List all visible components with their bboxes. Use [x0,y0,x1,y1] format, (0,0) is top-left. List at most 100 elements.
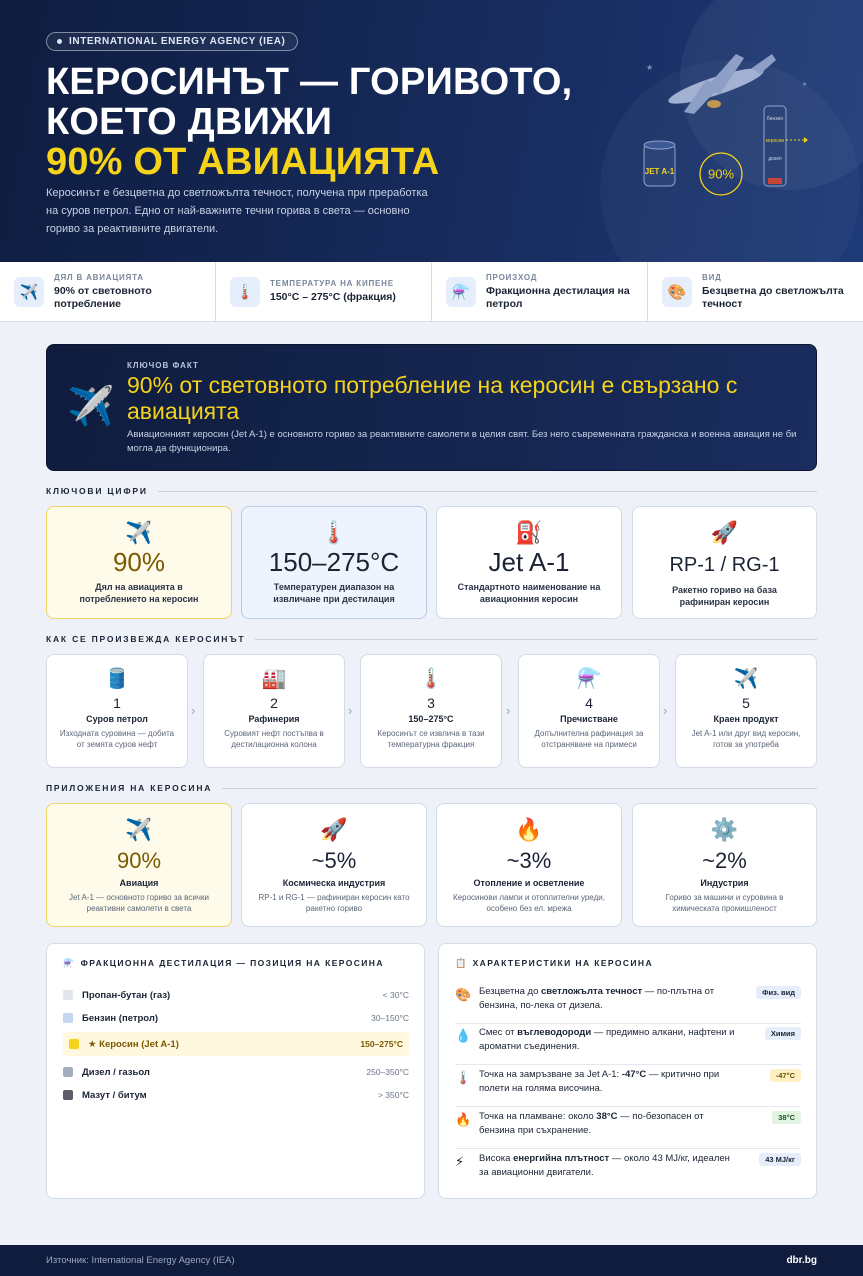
rocket-icon: 🚀 [320,817,348,842]
app-text: Гориво за машини и суровина в химическат… [665,893,784,913]
stat-appearance: 🎨 ВИД Безцветна до светложълта течност [648,262,863,321]
step-text: Допълнителна рафинация за отстраняване н… [534,729,644,749]
step-title: Краен продукт [713,714,779,724]
stat-label: ТЕМПЕРАТУРА НА КИПЕНЕ [270,279,394,288]
app-value: ~5% [311,848,357,873]
stat-value: Фракционна дестилация на петрол [486,284,630,310]
thermometer-icon: 🌡️ [320,520,348,545]
airplane-icon [668,54,776,114]
fraction-temp: < 30°C [382,990,409,1000]
fuel-pump-icon: ⛽ [515,520,543,545]
step-number: 2 [270,695,278,711]
section-header-applications: ПРИЛОЖЕНИЯ НА КЕРОСИНА [46,782,817,794]
thermometer-icon: 🌡️ [455,1070,472,1085]
palette-icon: 🎨 [662,276,692,307]
airplane-icon: ✈️ [125,520,153,545]
chevron-right-icon: › [191,703,196,718]
column-label-petrol: бензин [767,116,783,122]
droplet-icon: 💧 [455,1028,472,1043]
column-label-diesel: дизел [768,156,782,162]
characteristic-item: 🌡️ Точка на замръзване за Jet A-1: -47°C… [455,1067,801,1107]
panel-title: ⚗️ ФРАКЦИОННА ДЕСТИЛАЦИЯ — ПОЗИЦИЯ НА КЕР… [63,958,384,969]
section-header-figures: КЛЮЧОВИ ЦИФРИ [46,485,817,497]
stats-bar: ✈️ ДЯЛ В АВИАЦИЯТА 90% от световното пот… [0,262,863,322]
characteristic-tag: Химия [764,1027,801,1040]
app-card-aviation: ✈️ 90% Авиация Jet A-1 — основното горив… [46,803,232,927]
step-title: Рафинерия [248,714,300,724]
rocket-icon: 🚀 [710,520,739,545]
figure-card-temp-range: 🌡️ 150–275°C Температурен диапазон на из… [241,506,427,619]
hero-title: КЕРОСИНЪТ — ГОРИВОТО, КОЕТО ДВИЖИ 90% ОТ… [46,62,626,182]
panel-title: 📋 ХАРАКТЕРИСТИКИ НА КЕРОСИНА [455,958,653,969]
thermometer-icon: 🌡️ [418,668,444,690]
palette-icon: 🎨 [455,987,472,1002]
flask-icon: ⚗️ [63,958,76,968]
stat-aviation-share: ✈️ ДЯЛ В АВИАЦИЯТА 90% от световното пот… [0,262,216,321]
step-title: 150–275°C [408,714,454,724]
process-step-4: ⚗️ 4 Пречистване Допълнителна рафинация … [518,654,660,768]
star-icon: ★ [802,81,807,88]
column-label-kerosene: керосин [766,138,785,144]
characteristic-item: 🔥 Точка на пламване: около 38°C — по-без… [455,1109,801,1149]
footer-source: Източник: International Energy Agency (I… [46,1255,235,1266]
fraction-swatch [63,1013,73,1023]
section-title: КЛЮЧОВИ ЦИФРИ [46,486,148,496]
step-text: Jet A-1 или друг вид керосин, готов за у… [691,729,801,749]
fraction-row: Пропан-бутан (газ) < 30°C [63,983,409,1007]
brand-link[interactable]: dbr.bg [786,1255,817,1266]
fraction-swatch [69,1039,79,1049]
gear-icon: ⚙️ [710,817,739,842]
fraction-row: Бензин (петрол) 30–150°C [63,1006,409,1030]
app-value: ~3% [506,848,552,873]
lightning-icon: ⚡ [455,1154,465,1169]
source-badge: INTERNATIONAL ENERGY AGENCY (IEA) [46,32,299,51]
distillation-column-icon: бензин керосин дизел [763,105,808,187]
characteristic-item: 🎨 Безцветна до светложълта течност — по-… [455,984,801,1024]
circle-label: 90% [708,167,734,182]
fraction-temp: > 350°C [377,1090,409,1100]
figure-value: Jet A-1 [488,547,570,577]
characteristic-text: Висока енергийна плътност — около 43 MJ/… [479,1153,730,1178]
key-fact-title: 90% от световното потребление на керосин… [127,372,738,424]
stat-boiling-temp: 🌡️ ТЕМПЕРАТУРА НА КИПЕНЕ 150°C – 275°C (… [216,262,432,321]
hero-subtitle: Керосинът е безцветна до светложълта теч… [46,187,428,235]
fraction-name: ★ Керосин (Jet A-1) [88,1038,179,1050]
source-badge-label: INTERNATIONAL ENERGY AGENCY (IEA) [69,36,286,47]
app-text: Jet A-1 — основното гориво за всички реа… [69,893,209,913]
app-card-industry: ⚙️ ~2% Индустрия Гориво за машини и суро… [632,803,817,927]
app-card-space: 🚀 ~5% Космическа индустрия RP-1 и RG-1 —… [241,803,427,927]
figure-desc: Дял на авиацията в потреблението на керо… [79,582,199,604]
airplane-icon: ✈️ [733,668,759,690]
process-step-1: 🛢️ 1 Суров петрол Изходната суровина — д… [46,654,188,768]
characteristic-text: Смес от въглеводороди — предимно алкани,… [479,1027,735,1052]
stat-label: ПРОИЗХОД [486,272,538,282]
factory-icon: 🏭 [261,668,287,690]
process-step-5: ✈️ 5 Краен продукт Jet A-1 или друг вид … [675,654,817,768]
fraction-row-highlighted: ★ Керосин (Jet A-1) 150–275°C [63,1032,409,1056]
stat-value: 90% от световното потребление [54,284,152,310]
panel-title-text: ФРАКЦИОННА ДЕСТИЛАЦИЯ — ПОЗИЦИЯ НА КЕРОС… [80,958,384,968]
app-text: RP-1 и RG-1 — рафиниран керосин като рак… [258,893,410,913]
chevron-right-icon: › [348,703,353,718]
characteristic-text: Точка на пламване: около 38°C — по-безоп… [479,1111,704,1136]
app-card-heating: 🔥 ~3% Отопление и осветление Керосинови … [436,803,622,927]
step-number: 1 [113,695,121,711]
stat-label: ВИД [702,272,722,282]
figure-desc: Стандартното наименование на авиационния… [457,582,601,604]
percentage-circle-icon: 90% [699,152,743,196]
app-title: Индустрия [700,878,749,888]
app-title: Авиация [119,878,159,888]
stat-value: Безцветна до светложълта течност [702,284,844,310]
fraction-swatch [63,1067,73,1077]
fraction-temp: 250–350°C [366,1067,409,1077]
fraction-name: Дизел / газьол [82,1066,150,1078]
hero-banner: INTERNATIONAL ENERGY AGENCY (IEA) КЕРОСИ… [0,0,863,262]
figure-card-aviation: ✈️ 90% Дял на авиацията в потреблението … [46,506,232,619]
step-title: Пречистване [560,714,618,724]
badge-dot-icon [57,39,62,44]
flask-icon: ⚗️ [446,276,476,307]
characteristic-text: Безцветна до светложълта течност — по-пл… [479,986,715,1011]
app-title: Отопление и осветление [473,878,585,888]
fire-icon: 🔥 [455,1112,472,1127]
characteristic-item: 💧 Смес от въглеводороди — предимно алкан… [455,1025,801,1065]
